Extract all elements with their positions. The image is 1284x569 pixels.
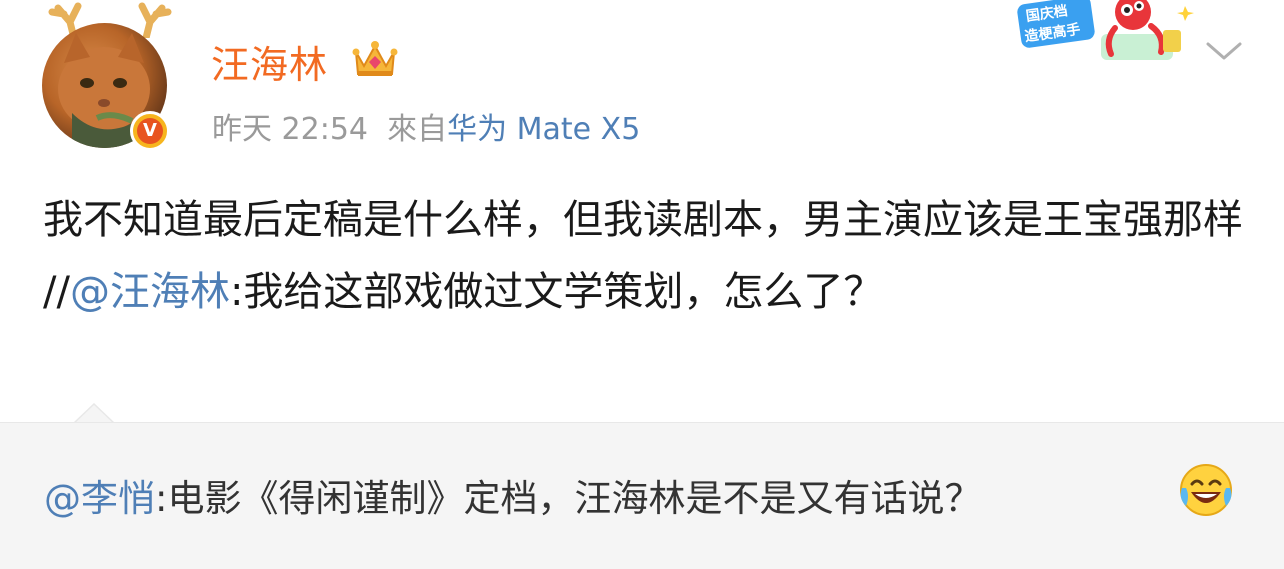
mention-link[interactable]: @汪海林 (70, 269, 230, 315)
repost-content: :电影《得闲谨制》定档，汪海林是不是又有话说？ (155, 477, 982, 520)
post-content: 我不知道最后定稿是什么样，但我读剧本，男主演应该是王宝强那样 //@汪海林:我给… (43, 184, 1243, 328)
crown-icon[interactable] (352, 38, 398, 80)
verified-badge-icon: V (130, 111, 170, 151)
content-text-2: :我给这部戏做过文学策划，怎么了？ (229, 269, 884, 315)
weibo-post: V 汪海林 昨天 22:54 來自华为 Mate X5 国庆档 造梗高手 我不知… (0, 0, 1284, 569)
avatar-container[interactable]: V (40, 0, 176, 151)
laughing-tears-emoji-icon (1180, 464, 1232, 516)
repost-text: @李悄:电影《得闲谨制》定档，汪海林是不是又有话说？ (44, 468, 981, 522)
post-time: 昨天 22:54 (212, 112, 368, 147)
source-prefix: 來自 (387, 112, 448, 147)
repost-pointer (74, 403, 114, 423)
username[interactable]: 汪海林 (211, 34, 328, 89)
repost-mention-link[interactable]: @李悄 (44, 477, 155, 520)
source-device[interactable]: 华为 Mate X5 (447, 112, 640, 147)
post-meta: 昨天 22:54 來自华为 Mate X5 (212, 104, 640, 148)
promo-sticker-icon[interactable]: 国庆档 造梗高手 (1015, 0, 1195, 70)
chevron-down-icon[interactable] (1204, 34, 1244, 68)
post-header: V 汪海林 昨天 22:54 來自华为 Mate X5 国庆档 造梗高手 (0, 0, 1284, 170)
